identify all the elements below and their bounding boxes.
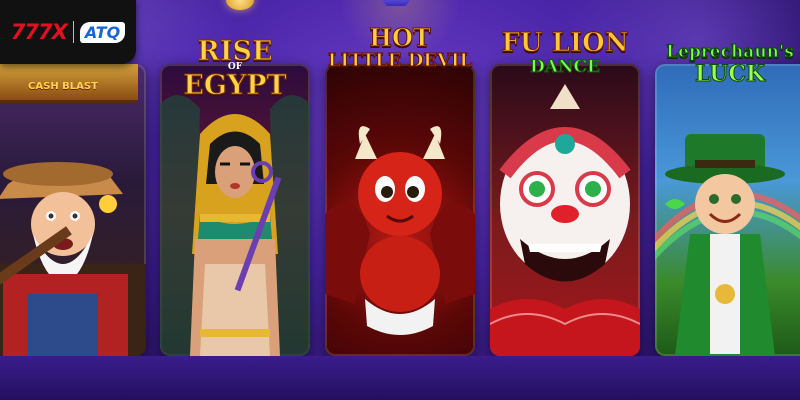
game-title: Leprechaun's: [666, 42, 795, 62]
gold-miner-icon: [0, 162, 146, 356]
game-tile-cash-blast[interactable]: CASH BLAST: [0, 64, 146, 356]
brand-logo[interactable]: 777X ATQ: [0, 0, 136, 64]
game-title: FU LION: [501, 28, 629, 58]
lion-dance-icon: [490, 84, 640, 356]
game-tile-leprechauns-luck[interactable]: [655, 64, 800, 356]
logo-atq-text: ATQ: [79, 21, 126, 43]
leprechauns-luck-logo: Leprechaun's LUCK: [655, 42, 800, 104]
fu-lion-dance-logo: FU LION DANCE: [490, 30, 640, 90]
stage-floor: [0, 356, 800, 400]
game-subtitle: LUCK: [694, 61, 766, 87]
pharaoh-queen-icon: [160, 95, 310, 356]
logo-divider: [72, 21, 74, 43]
game-subtitle: DANCE: [530, 57, 601, 77]
game-title: HOT: [369, 23, 431, 52]
game-tile-rise-of-egypt[interactable]: [160, 64, 310, 356]
hot-little-devil-logo: HOT LITTLE DEVIL: [325, 23, 475, 86]
game-tile-fu-lion-dance[interactable]: [490, 64, 640, 356]
game-subtitle: EGYPT: [183, 70, 287, 101]
leprechaun-icon: [655, 134, 800, 356]
rise-of-egypt-logo: RISE OF EGYPT: [160, 36, 310, 101]
game-subtitle: CASH BLAST: [28, 81, 98, 92]
devil-icon: [325, 126, 475, 335]
game-tile-hot-little-devil[interactable]: [325, 64, 475, 356]
game-subtitle: LITTLE DEVIL: [327, 50, 473, 71]
game-title: RISE: [197, 36, 273, 67]
logo-777x-text: 777X: [10, 20, 68, 44]
